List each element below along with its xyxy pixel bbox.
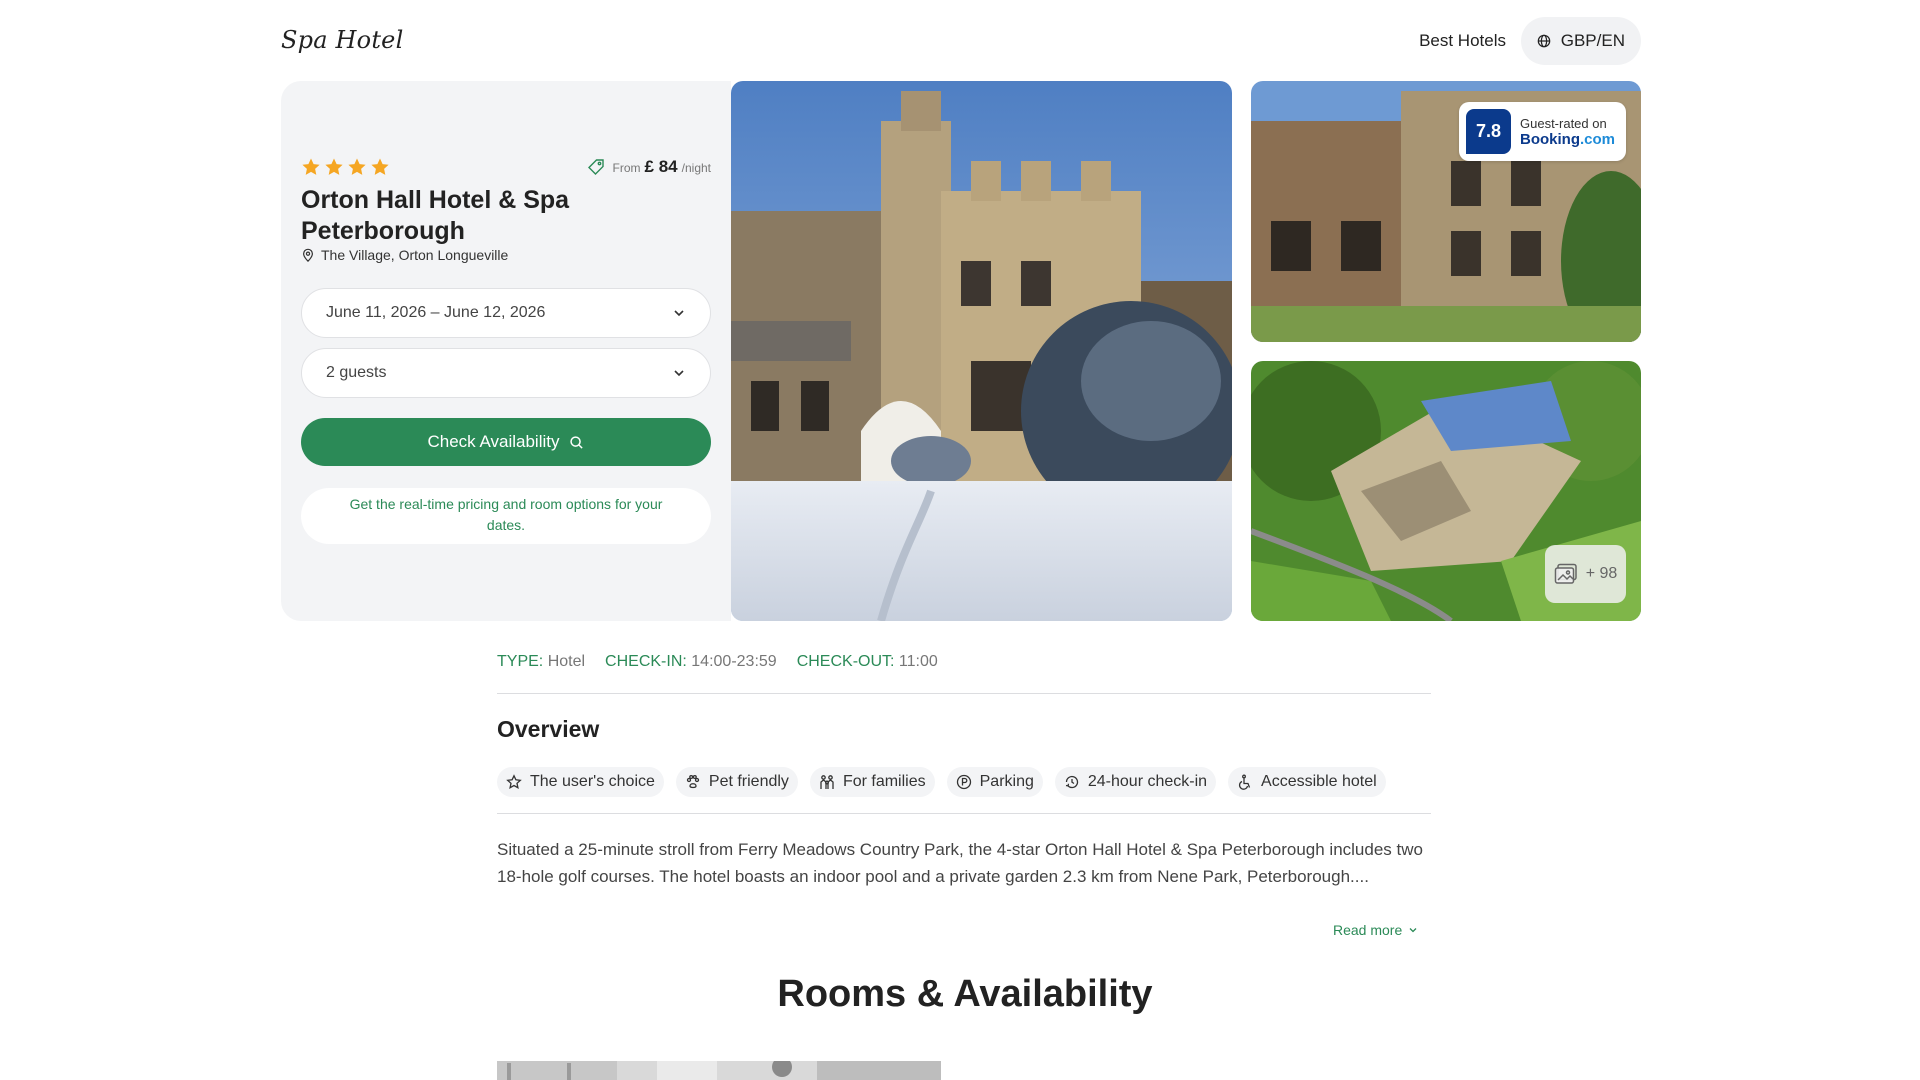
price-tag-icon xyxy=(587,159,604,175)
read-more-link[interactable]: Read more xyxy=(1333,922,1418,938)
family-icon xyxy=(820,775,834,789)
globe-icon xyxy=(1537,34,1551,48)
booking-rating-badge[interactable]: 7.8 Guest-rated on Booking.com xyxy=(1459,102,1626,161)
check-availability-button[interactable]: Check Availability xyxy=(301,418,711,466)
hotel-main-photo[interactable] xyxy=(731,81,1232,621)
chip-parking[interactable]: Parking xyxy=(946,767,1043,797)
paw-icon xyxy=(686,774,700,789)
hotel-exterior-image xyxy=(731,81,1232,621)
star-icon xyxy=(371,158,389,175)
chevron-down-icon xyxy=(1409,928,1417,933)
hero-section: From £ 84 /night Orton Hall Hotel & Spa … xyxy=(281,81,1641,621)
fact-check-in: CHECK-IN: 14:00-23:59 xyxy=(605,653,777,670)
chevron-down-icon xyxy=(674,370,684,377)
hotel-description: Situated a 25-minute stroll from Ferry M… xyxy=(497,840,1423,886)
clock-icon xyxy=(1065,775,1079,789)
rooms-availability-title: Rooms & Availability xyxy=(777,973,1153,1015)
currency-label: GBP/EN xyxy=(1560,31,1625,50)
best-hotels-link[interactable]: Best Hotels xyxy=(1419,31,1506,51)
more-photos-count: + 98 xyxy=(1585,565,1618,582)
booking-logo: Booking.com xyxy=(1520,130,1616,148)
location-pin-icon xyxy=(303,248,313,262)
price-from: From £ 84 /night xyxy=(587,157,711,177)
chip-for-families[interactable]: For families xyxy=(809,767,935,797)
price-suffix: /night xyxy=(681,161,711,175)
chevron-down-icon xyxy=(674,310,684,317)
star-icon xyxy=(325,158,343,175)
wheelchair-icon xyxy=(1238,774,1251,790)
divider xyxy=(497,813,1431,814)
room-image xyxy=(497,1061,941,1080)
address-text: The Village, Orton Longueville xyxy=(321,247,509,263)
hotel-name: Orton Hall Hotel & Spa Peterborough xyxy=(301,186,570,245)
hotel-facts: TYPE: Hotel CHECK-IN: 14:00-23:59 CHECK-… xyxy=(497,653,938,671)
room-photo[interactable] xyxy=(497,1061,941,1080)
price-amount: £ 84 xyxy=(644,157,678,176)
hotel-address: The Village, Orton Longueville xyxy=(301,247,508,263)
chip-pet-friendly[interactable]: Pet friendly xyxy=(675,767,798,797)
star-outline-icon xyxy=(506,774,522,789)
search-icon xyxy=(570,435,584,449)
star-rating xyxy=(301,157,390,177)
chip-users-choice[interactable]: The user's choice xyxy=(497,767,664,797)
currency-language-button[interactable]: GBP/EN xyxy=(1520,17,1641,65)
guests-select[interactable]: 2 guests xyxy=(301,348,711,398)
date-range-select[interactable]: June 11, 2026 – June 12, 2026 xyxy=(301,288,711,338)
check-availability-label: Check Availability xyxy=(427,432,560,451)
divider xyxy=(497,693,1431,694)
more-photos-button[interactable]: + 98 xyxy=(1545,545,1626,603)
overview-title: Overview xyxy=(497,716,600,742)
fact-check-out: CHECK-OUT: 11:00 xyxy=(796,653,938,670)
site-logo[interactable]: Spa Hotel xyxy=(281,26,403,54)
amenity-chips: The user's choice Pet friendly For famil… xyxy=(497,767,1386,797)
date-range-value: June 11, 2026 – June 12, 2026 xyxy=(326,304,546,321)
guests-value: 2 guests xyxy=(326,364,387,381)
chip-24h-check-in[interactable]: 24-hour check-in xyxy=(1054,767,1217,797)
pricing-hint: Get the real-time pricing and room optio… xyxy=(301,488,711,544)
parking-icon xyxy=(956,774,971,790)
booking-card: From £ 84 /night Orton Hall Hotel & Spa … xyxy=(281,81,731,621)
star-icon xyxy=(348,158,366,175)
rating-source: Guest-rated on Booking.com xyxy=(1520,116,1615,148)
site-header: Spa Hotel Best Hotels GBP/EN xyxy=(281,16,1641,68)
star-icon xyxy=(302,158,320,175)
rating-label: Guest-rated on xyxy=(1520,115,1607,131)
price-prefix: From xyxy=(612,161,641,175)
rating-score: 7.8 xyxy=(1466,109,1511,154)
chip-accessible-hotel[interactable]: Accessible hotel xyxy=(1228,767,1386,797)
gallery-icon xyxy=(1554,563,1577,584)
fact-type: TYPE: Hotel xyxy=(497,653,586,670)
